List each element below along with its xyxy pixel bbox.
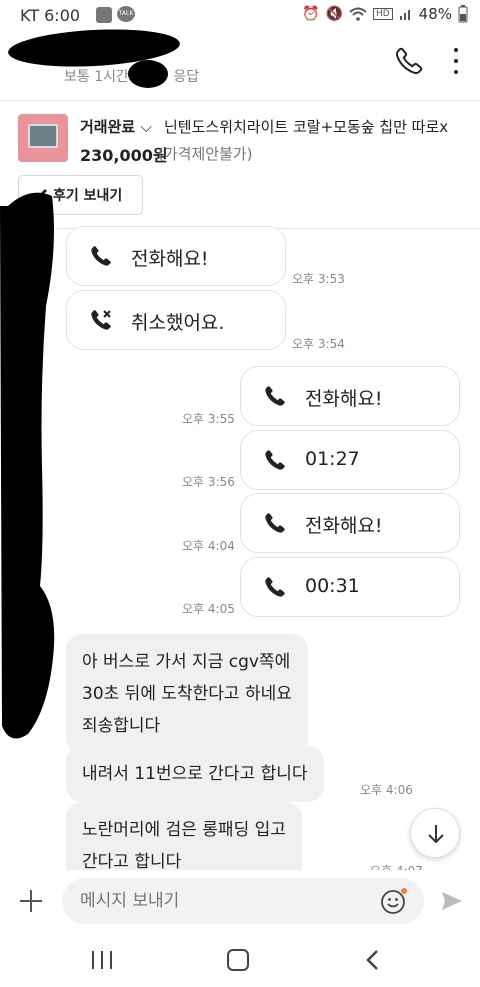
call-label: 전화해요! xyxy=(131,248,209,270)
signal-icon xyxy=(399,10,410,20)
product-price: 230,000원 xyxy=(80,146,168,165)
call-duration: 01:27 xyxy=(305,448,360,470)
phone-icon xyxy=(91,246,111,266)
message-line: 내려서 11번으로 간다고 합니다 xyxy=(82,764,308,784)
call-message[interactable]: 00:31 xyxy=(240,557,460,617)
wifi-icon xyxy=(349,7,367,21)
message-time: 오후 3:54 xyxy=(292,337,345,351)
divider xyxy=(0,100,480,101)
price-note: (가격제안불가) xyxy=(158,145,253,163)
phone-icon xyxy=(265,513,285,533)
mute-icon: 🔇 xyxy=(325,6,343,22)
call-message[interactable]: 01:27 xyxy=(240,430,460,490)
call-label: 전화해요! xyxy=(305,515,383,537)
product-title: 닌텐도스위치라이트 코랄+모동숲 칩만 따로x xyxy=(164,118,449,136)
more-vert-icon[interactable] xyxy=(448,48,464,74)
trade-status-dropdown[interactable]: 거래완료 ⌵ xyxy=(80,116,152,137)
redaction-mark xyxy=(128,60,168,88)
message-input[interactable] xyxy=(62,878,424,924)
message-line: 아 버스로 가서 지금 cgv쪽에 xyxy=(82,652,291,672)
call-message[interactable]: 전화해요! xyxy=(240,366,460,426)
phone-icon xyxy=(265,386,285,406)
arrow-down-icon xyxy=(428,825,444,844)
message-composer xyxy=(0,870,480,932)
battery-icon xyxy=(458,5,468,23)
gallery-icon xyxy=(96,7,112,23)
message-time: 오후 4:05 xyxy=(182,602,235,616)
recent-apps-icon[interactable] xyxy=(92,951,112,969)
battery-level: 48% xyxy=(418,5,452,23)
back-icon[interactable] xyxy=(362,949,384,971)
send-icon[interactable] xyxy=(440,890,464,912)
emoji-icon[interactable] xyxy=(380,887,408,915)
message-time: 오후 3:53 xyxy=(292,272,345,286)
call-message[interactable]: 전화해요! xyxy=(66,226,286,286)
alarm-icon: ⏰ xyxy=(302,6,320,22)
redaction-mark xyxy=(0,192,55,739)
home-icon[interactable] xyxy=(227,949,249,971)
status-carrier-time: KT 6:00 xyxy=(20,6,81,25)
message-time: 오후 4:04 xyxy=(182,539,235,553)
message-line: 노란머리에 검은 롱패딩 입고 xyxy=(82,820,286,840)
call-label: 전화해요! xyxy=(305,388,383,410)
message-time: 오후 3:55 xyxy=(182,412,235,426)
call-duration: 00:31 xyxy=(305,575,360,597)
status-bar: KT 6:00 TALK ⏰ 🔇 HD 48% xyxy=(0,0,480,30)
phone-icon xyxy=(265,450,285,470)
call-message[interactable]: 전화해요! xyxy=(240,493,460,553)
chat-header: 보통 1시간 응답 xyxy=(0,25,480,100)
status-right: ⏰ 🔇 HD 48% xyxy=(302,5,468,23)
product-thumbnail[interactable] xyxy=(18,114,68,162)
message-line: 30초 뒤에 도착한다고 하네요 xyxy=(82,684,292,704)
message-time: 오후 3:56 xyxy=(182,475,235,489)
phone-icon[interactable] xyxy=(394,46,424,76)
scroll-to-bottom-button[interactable] xyxy=(410,808,460,858)
phone-icon xyxy=(265,577,285,597)
message-line: 죄송합니다 xyxy=(82,716,161,736)
hd-icon: HD xyxy=(372,8,393,20)
phone-cancelled-icon xyxy=(91,310,111,330)
message-time: 오후 4:06 xyxy=(360,783,413,797)
text-message[interactable]: 아 버스로 가서 지금 cgv쪽에 30초 뒤에 도착한다고 하네요 죄송합니다 xyxy=(66,634,308,754)
text-message[interactable]: 내려서 11번으로 간다고 합니다 xyxy=(66,746,324,802)
plus-icon[interactable] xyxy=(18,888,44,914)
chevron-down-icon: ⌵ xyxy=(140,118,152,136)
system-nav-bar xyxy=(0,935,480,987)
call-message[interactable]: 취소했어요. xyxy=(66,290,286,350)
kakaotalk-icon: TALK xyxy=(117,6,135,22)
call-label: 취소했어요. xyxy=(131,312,225,334)
